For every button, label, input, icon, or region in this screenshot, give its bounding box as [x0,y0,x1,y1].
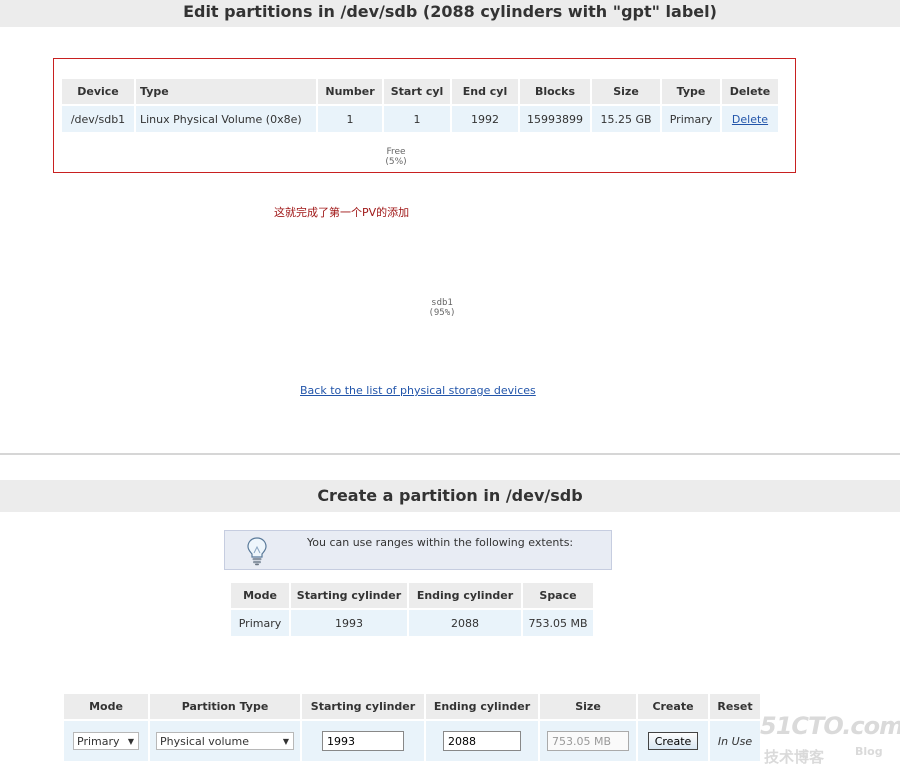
ending-cylinder-input[interactable] [443,731,521,751]
mode-select[interactable]: Primary ▼ [73,732,139,750]
col-form-ending-cylinder: Ending cylinder [426,694,538,719]
cell-space: 753.05 MB [523,610,593,636]
col-ending-cylinder: Ending cylinder [409,583,521,608]
edit-partitions-header: Edit partitions in /dev/sdb (2088 cylind… [0,0,900,27]
partition-list-panel: Device Type Number Start cyl End cyl Blo… [53,58,796,173]
partition-type-select[interactable]: Physical volume ▼ [156,732,294,750]
hint-text: You can use ranges within the following … [307,536,574,549]
col-form-mode: Mode [64,694,148,719]
section-divider [0,453,900,455]
watermark: 51CTO.com 技术博客 Blog [760,712,900,772]
sdb1-label-text: sdb1 [431,298,453,308]
col-start-cyl: Start cyl [384,79,450,104]
create-button[interactable]: Create [647,732,699,750]
cell-number: 1 [318,106,382,132]
cell-blocks: 15993899 [520,106,590,132]
col-size: Size [592,79,660,104]
in-use-status: In Use [717,734,753,748]
col-form-create: Create [638,694,708,719]
col-form-size: Size [540,694,636,719]
partition-table: Device Type Number Start cyl End cyl Blo… [60,77,780,134]
table-row: Primary 1993 2088 753.05 MB [231,610,593,636]
free-label-pct: (5%) [385,157,407,167]
cell-end-cyl: 1992 [452,106,518,132]
cell-end: 2088 [409,610,521,636]
form-row: Primary ▼ Physical volume ▼ Create In Us… [64,721,760,761]
col-type: Type [136,79,316,104]
partition-type-value: Physical volume [160,735,249,748]
cell-mode: Primary [231,610,289,636]
edit-partitions-title: Edit partitions in /dev/sdb (2088 cylind… [183,2,717,21]
mode-select-value: Primary [77,735,120,748]
cell-size: 15.25 GB [592,106,660,132]
cell-start-cyl: 1 [384,106,450,132]
extents-table-header: Mode Starting cylinder Ending cylinder S… [231,583,593,608]
extents-table: Mode Starting cylinder Ending cylinder S… [229,581,595,638]
cell-form-create: Create [638,721,708,761]
lightbulb-icon [245,536,269,570]
col-device: Device [62,79,134,104]
cell-form-partition-type: Physical volume ▼ [150,721,300,761]
col-blocks: Blocks [520,79,590,104]
delete-partition-link[interactable]: Delete [732,113,768,126]
sdb1-label-pct: (95%) [428,308,456,318]
cell-start: 1993 [291,610,407,636]
form-header: Mode Partition Type Starting cylinder En… [64,694,760,719]
col-form-reset: Reset [710,694,760,719]
col-end-cyl: End cyl [452,79,518,104]
cell-delete: Delete [722,106,778,132]
col-mode: Mode [231,583,289,608]
cell-form-reset: In Use [710,721,760,761]
free-label-text: Free [386,147,406,157]
partition-table-header: Device Type Number Start cyl End cyl Blo… [62,79,778,104]
watermark-cn: 技术博客 [764,748,825,766]
size-input [547,731,629,751]
starting-cylinder-input[interactable] [322,731,404,751]
cell-form-end [426,721,538,761]
cell-type: Linux Physical Volume (0x8e) [136,106,316,132]
hint-box: You can use ranges within the following … [224,530,612,570]
col-form-starting-cylinder: Starting cylinder [302,694,424,719]
col-number: Number [318,79,382,104]
cell-form-size [540,721,636,761]
free-space-label: Free (5%) [376,147,416,167]
col-ptype: Type [662,79,720,104]
cell-form-start [302,721,424,761]
sdb1-usage-label: sdb1 (95%) [422,298,462,318]
col-form-partition-type: Partition Type [150,694,300,719]
col-space: Space [523,583,593,608]
cell-ptype: Primary [662,106,720,132]
annotation-note: 这就完成了第一个PV的添加 [274,206,410,219]
create-partition-header: Create a partition in /dev/sdb [0,480,900,512]
chevron-down-icon: ▼ [127,737,134,746]
table-row: /dev/sdb1 Linux Physical Volume (0x8e) 1… [62,106,778,132]
back-to-devices-link[interactable]: Back to the list of physical storage dev… [300,384,536,397]
create-partition-title: Create a partition in /dev/sdb [317,486,583,505]
watermark-logo: 51CTO.com [760,712,900,740]
watermark-blog: Blog [855,745,883,758]
cell-device: /dev/sdb1 [62,106,134,132]
col-starting-cylinder: Starting cylinder [291,583,407,608]
chevron-down-icon: ▼ [282,737,289,746]
col-delete: Delete [722,79,778,104]
create-partition-form: Mode Partition Type Starting cylinder En… [62,692,762,763]
cell-form-mode: Primary ▼ [64,721,148,761]
